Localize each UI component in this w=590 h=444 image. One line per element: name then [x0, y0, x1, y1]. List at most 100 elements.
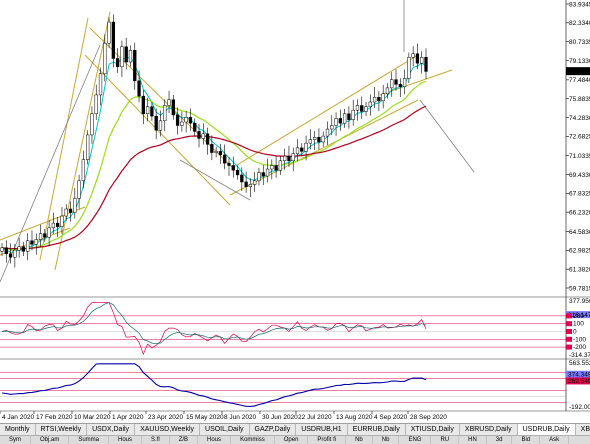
candle-body — [342, 113, 347, 124]
candle-body — [265, 168, 270, 177]
tab-gazp-daily[interactable]: GAZP,Daily — [250, 424, 297, 435]
chart-tabs-bar: Monthly RTSI,Weekly USDX,Daily XAUUSD,Weekl… — [0, 423, 590, 435]
candle-body — [86, 134, 90, 160]
tab-rtsi-weekly[interactable]: RTSI,Weekly — [36, 424, 88, 435]
candle-body — [47, 227, 51, 238]
candle-body — [201, 133, 205, 139]
price-tick-label: 82.3340 — [569, 20, 590, 27]
tab-eurrub-daily[interactable]: EURRUB,Daily — [348, 424, 406, 435]
candle-body — [8, 253, 13, 258]
candle-body — [235, 169, 240, 176]
candle-body — [411, 53, 415, 58]
candle-body — [193, 122, 197, 132]
candle-body — [128, 50, 133, 63]
candle-body — [355, 105, 360, 111]
price-tick-label: 62.9825 — [569, 248, 590, 255]
candle-body — [420, 57, 424, 64]
candle-body — [377, 97, 381, 102]
price-scale[interactable]: 83.9345 82.3340 80.7335 79.1330 77.4840 75.88… — [566, 1, 590, 292]
candle-body — [64, 208, 68, 217]
candle-body — [338, 118, 342, 124]
macd-value-label: 262.5491 — [568, 378, 590, 385]
candle-body — [107, 21, 111, 44]
candle-body — [120, 46, 124, 67]
candle-body — [180, 121, 184, 126]
candle-body — [38, 233, 43, 240]
candle-body — [253, 180, 257, 185]
oscillator-level-label: -100 — [573, 336, 586, 343]
candle-body — [330, 125, 334, 130]
candle-body — [287, 155, 291, 162]
candle-body — [175, 114, 180, 126]
candle-body — [77, 180, 81, 199]
time-tick-label: 30 Jun 2020 — [262, 414, 298, 421]
candle-body — [300, 147, 304, 152]
candle-body — [158, 120, 163, 131]
oscillator-level-label: 0 — [573, 328, 577, 335]
candle-body — [261, 172, 265, 177]
candle-body — [248, 184, 253, 187]
tab-usdrub-h1[interactable]: USDRUB,H1 — [296, 424, 348, 435]
candle-body — [51, 222, 56, 229]
candle-body — [244, 181, 248, 187]
time-tick-label: 17 Feb 2020 — [36, 414, 73, 421]
candle-body — [295, 147, 300, 154]
candle-body — [381, 93, 385, 102]
candle-body — [402, 78, 407, 87]
tab-xbrusd-daily[interactable]: XBRUSD,Daily — [576, 424, 590, 435]
candle-body — [347, 113, 351, 120]
candle-body — [17, 246, 21, 251]
candle-body — [317, 137, 321, 143]
candle-body — [167, 99, 171, 106]
time-tick-label: 4 Jan 2020 — [2, 414, 35, 421]
candle-body — [364, 106, 368, 112]
chart-window[interactable]: 83.9345 82.3340 80.7335 79.1330 77.4840 75.88… — [0, 0, 590, 423]
oscillator-level-marker — [566, 313, 572, 319]
candle-body — [210, 144, 214, 153]
candle-body — [163, 105, 167, 122]
candle-body — [240, 174, 244, 183]
candle-body — [81, 159, 86, 182]
chart-canvas[interactable]: 83.9345 82.3340 80.7335 79.1330 77.4840 75.88… — [0, 0, 590, 423]
oscillator-pane[interactable] — [0, 298, 566, 358]
current-price-label: 78.2233 — [568, 69, 590, 76]
time-tick-label: 10 Mar 2020 — [74, 414, 111, 421]
tab-usoil-daily[interactable]: USOIL,Daily — [200, 424, 250, 435]
tab-xauusd-weekly[interactable]: XAUUSD,Weekly — [135, 424, 201, 435]
price-tick-label: 67.8325 — [569, 191, 590, 198]
tab-usdx-daily[interactable]: USDX,Daily — [87, 424, 136, 435]
candle-body — [334, 118, 338, 126]
candle-body — [188, 117, 193, 124]
price-tick-label: 61.3820 — [569, 266, 590, 273]
time-axis[interactable]: 4 Jan 2020 17 Feb 2020 10 Mar 2020 1 Apr 20… — [0, 411, 447, 421]
candle-body — [274, 165, 278, 171]
time-tick-label: 23 Apr 2020 — [148, 414, 183, 421]
candle-body — [394, 79, 398, 85]
tab-monthly[interactable]: Monthly — [0, 424, 36, 435]
candle-body — [283, 155, 287, 162]
macd-pane[interactable] — [0, 360, 566, 410]
tab-xbrusd-daily[interactable]: XBRUSD,Daily — [460, 424, 518, 435]
candle-body — [34, 239, 38, 245]
candle-body — [351, 109, 355, 120]
macd-scale: 563.5536374.3491262.5491-192.0099 — [566, 360, 590, 411]
time-tick-label: 15 May 2020 — [186, 414, 224, 421]
tab-xtiusd-daily[interactable]: XTIUSD,Daily — [406, 424, 460, 435]
oscillator-min-label: -314.3755 — [569, 352, 590, 359]
price-tick-label: 59.7815 — [569, 285, 590, 292]
candle-body — [111, 21, 116, 59]
candle-body — [304, 142, 308, 152]
candle-body — [231, 165, 235, 171]
candle-body — [257, 172, 261, 182]
tab-usdrub-daily[interactable]: USDRUB,Daily — [517, 424, 576, 435]
price-pane[interactable] — [0, 0, 566, 296]
oscillator-max-label: 377.9566 — [569, 298, 590, 305]
time-tick-label: 22 Jul 2020 — [298, 414, 332, 421]
oscillator-level-marker — [566, 336, 572, 342]
candle-body — [390, 79, 394, 89]
time-tick-label: 28 Sep 2020 — [410, 414, 447, 421]
candle-body — [26, 240, 30, 252]
oscillator-level-label: -200 — [573, 344, 586, 351]
candle-body — [368, 101, 372, 107]
candle-body — [30, 240, 34, 245]
